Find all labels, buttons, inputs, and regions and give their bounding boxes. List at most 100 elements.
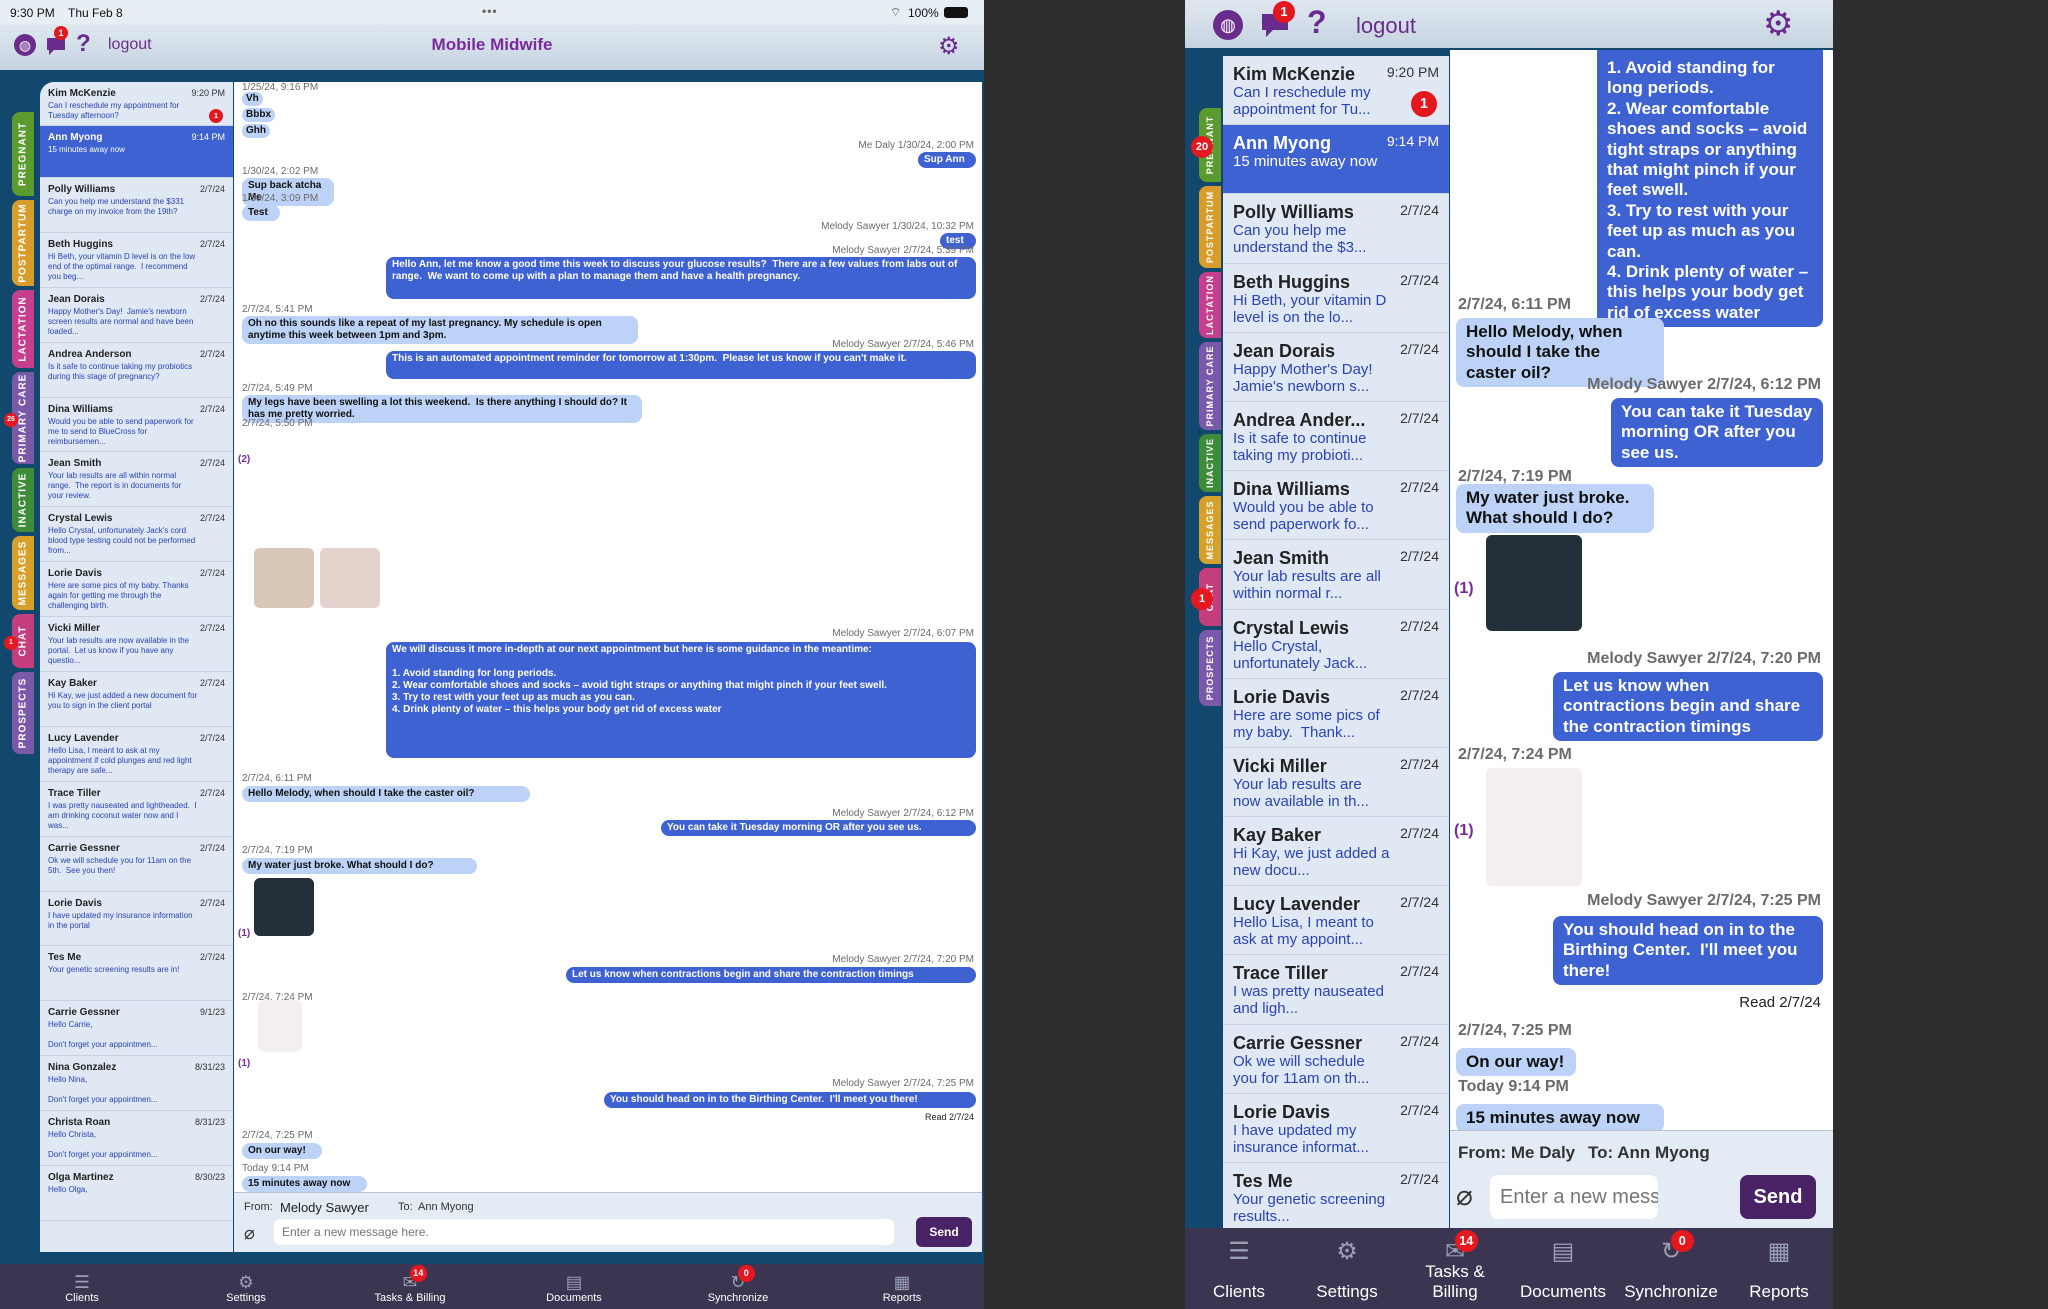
multitask-dots[interactable]: •••: [482, 4, 498, 18]
client-item[interactable]: Tes Me 2/7/24 Your genetic screening resul…: [40, 946, 233, 1002]
legs-photo[interactable]: [254, 548, 314, 608]
tab-messages[interactable]: MESSAGES: [1199, 496, 1221, 564]
client-item[interactable]: Jean Dorais 2/7/24 Happy Mother's Day! Jam…: [40, 288, 233, 343]
client-date: 2/7/24: [199, 678, 225, 689]
client-item[interactable]: Carrie Gessner 2/7/24 Ok we will schedule …: [1223, 1025, 1449, 1094]
client-item[interactable]: Lorie Davis 2/7/24 I have updated my insur…: [40, 892, 233, 947]
client-item[interactable]: Lucy Lavender 2/7/24 Hello Lisa, I meant t…: [1223, 886, 1449, 956]
toolbar-reports[interactable]: ▦ Reports: [1725, 1228, 1833, 1309]
client-item[interactable]: Lorie Davis 2/7/24 I have updated my insur…: [1223, 1094, 1449, 1163]
message-input[interactable]: [274, 1219, 894, 1245]
client-item[interactable]: Ann Myong 9:14 PM 15 minutes away now: [1223, 125, 1449, 195]
client-date: 2/7/24: [199, 842, 225, 853]
app-header-zoom: ◍ 1 ? logout ⚙: [1185, 0, 1833, 48]
send-button[interactable]: Send: [1740, 1175, 1816, 1219]
toolbar-synchronize[interactable]: ↻ Synchronize 0: [1617, 1228, 1725, 1309]
toolbar-reports[interactable]: ▦ Reports: [820, 1264, 984, 1309]
client-item[interactable]: Jean Smith 2/7/24 Your lab results are all…: [1223, 540, 1449, 610]
toolbar-clients[interactable]: ☰ Clients: [1185, 1228, 1293, 1309]
client-item[interactable]: Kim McKenzie 9:20 PM Can I reschedule my a…: [1223, 56, 1449, 126]
client-item[interactable]: Jean Smith 2/7/24 Your lab results are all…: [40, 452, 233, 508]
tab-inactive[interactable]: INACTIVE: [12, 468, 34, 532]
client-preview: Hello Crystal, unfortunately Jack...: [1233, 637, 1368, 672]
tab-prospects[interactable]: PROSPECTS: [1199, 630, 1221, 706]
client-preview: I was pretty nauseated and ligh...: [1233, 983, 1389, 1018]
chat-icon[interactable]: 1: [1259, 1, 1295, 40]
attach-icon[interactable]: ⌀: [244, 1223, 255, 1244]
client-item[interactable]: Kay Baker 2/7/24 Hi Kay, we just added a n…: [40, 672, 233, 727]
client-item[interactable]: Nina Gonzalez 8/31/23 Hello Nina, Don't fo…: [40, 1056, 233, 1112]
tab-postpartum[interactable]: POSTPARTUM: [12, 200, 34, 286]
client-preview: Your lab results are all within normal r…: [48, 471, 184, 501]
water-photo[interactable]: [1486, 535, 1582, 631]
client-item[interactable]: Beth Huggins 2/7/24 Hi Beth, your vitamin …: [40, 233, 233, 288]
tab-lactation[interactable]: LACTATION: [12, 290, 34, 368]
toolbar-settings[interactable]: ⚙ Settings: [1293, 1228, 1401, 1309]
client-item[interactable]: Beth Huggins 2/7/24 Hi Beth, your vitamin …: [1223, 264, 1449, 333]
tab-messages[interactable]: MESSAGES: [12, 536, 34, 610]
client-item[interactable]: Polly Williams 2/7/24 Can you help me unde…: [1223, 194, 1449, 264]
toolbar-documents[interactable]: ▤ Documents: [492, 1264, 656, 1309]
compose-panel: From: Melody Sawyer To: Ann Myong ⌀ Send: [234, 1192, 982, 1252]
toolbar-tasks-billing[interactable]: ✉ Tasks & Billing 14: [328, 1264, 492, 1309]
client-item[interactable]: Carrie Gessner 9/1/23 Hello Carrie, Don't …: [40, 1001, 233, 1057]
client-item[interactable]: Vicki Miller 2/7/24 Your lab results are n…: [1223, 748, 1449, 818]
toolbar-tasks-billing[interactable]: ✉ Tasks & Billing 14: [1401, 1228, 1509, 1309]
client-item[interactable]: Dina Williams 2/7/24 Would you be able to …: [40, 398, 233, 453]
unread-badge: 1: [1411, 90, 1437, 117]
tab-lactation[interactable]: LACTATION: [1199, 272, 1221, 338]
client-item[interactable]: Lorie Davis 2/7/24 Here are some pics of m…: [1223, 679, 1449, 748]
timer-screenshot[interactable]: [258, 1000, 302, 1052]
send-button[interactable]: Send: [916, 1217, 972, 1247]
timer-screenshot[interactable]: [1486, 768, 1582, 886]
client-item[interactable]: Carrie Gessner 2/7/24 Ok we will schedule …: [40, 837, 233, 892]
message-input[interactable]: [1490, 1175, 1658, 1219]
logout-link[interactable]: logout: [1356, 13, 1416, 39]
toolbar-clients[interactable]: ☰ Clients: [0, 1264, 164, 1309]
client-preview: 15 minutes away now: [1233, 153, 1378, 171]
client-item[interactable]: Andrea Ander... 2/7/24 Is it safe to conti…: [1223, 402, 1449, 472]
globe-icon[interactable]: ◍: [1213, 10, 1243, 40]
client-item[interactable]: Olga Martinez 8/30/23 Hello Olga,: [40, 1166, 233, 1221]
client-date: 2/7/24: [199, 897, 225, 908]
tab-primary-care[interactable]: PRIMARY CARE: [1199, 342, 1221, 430]
gear-icon[interactable]: ⚙: [1763, 4, 1793, 44]
client-item[interactable]: Crystal Lewis 2/7/24 Hello Crystal, unfort…: [40, 507, 233, 563]
client-item[interactable]: Lucy Lavender 2/7/24 Hello Lisa, I meant t…: [40, 727, 233, 782]
chat-badge: 1: [1273, 1, 1295, 23]
client-item[interactable]: Ann Myong 9:14 PM 15 minutes away now: [40, 126, 233, 178]
client-item[interactable]: Andrea Anderson 2/7/24 Is it safe to conti…: [40, 343, 233, 398]
toolbar-documents[interactable]: ▤ Documents: [1509, 1228, 1617, 1309]
client-item[interactable]: Lorie Davis 2/7/24 Here are some pics of m…: [40, 562, 233, 618]
client-item[interactable]: Tes Me 2/7/24 Your genetic screening resul…: [1223, 1163, 1449, 1228]
client-item[interactable]: Vicki Miller 2/7/24 Your lab results are n…: [40, 617, 233, 673]
tab-inactive[interactable]: INACTIVE: [1199, 434, 1221, 492]
toolbar-settings[interactable]: ⚙ Settings: [164, 1264, 328, 1309]
client-item[interactable]: Kay Baker 2/7/24 Hi Kay, we just added a n…: [1223, 817, 1449, 887]
message-meta: Today 9:14 PM: [1458, 1078, 1569, 1095]
client-preview: Your genetic screening results...: [1233, 1191, 1390, 1225]
client-item[interactable]: Trace Tiller 2/7/24 I was pretty nauseated…: [1223, 955, 1449, 1025]
read-receipt: Read 2/7/24: [1739, 994, 1821, 1011]
water-photo[interactable]: [254, 878, 314, 936]
attach-icon[interactable]: ⌀: [1456, 1179, 1473, 1212]
client-item[interactable]: Trace Tiller 2/7/24 I was pretty nauseated…: [40, 782, 233, 837]
toolbar-label: Clients: [1213, 1281, 1265, 1301]
help-icon[interactable]: ?: [1307, 4, 1327, 41]
feet-photo[interactable]: [320, 548, 380, 608]
toolbar-synchronize[interactable]: ↻ Synchronize 0: [656, 1264, 820, 1309]
tab-label: POSTPARTUM: [17, 203, 29, 283]
client-item[interactable]: Polly Williams 2/7/24 Can you help me unde…: [40, 178, 233, 233]
app-title: Mobile Midwife: [431, 35, 553, 54]
tab-postpartum[interactable]: POSTPARTUM: [1199, 186, 1221, 268]
tab-prospects[interactable]: PROSPECTS: [12, 672, 34, 754]
gear-icon[interactable]: ⚙: [938, 32, 960, 61]
client-item[interactable]: Kim McKenzie 9:20 PM Can I reschedule my a…: [40, 82, 233, 126]
client-item[interactable]: Dina Williams 2/7/24 Would you be able to …: [1223, 471, 1449, 541]
client-item[interactable]: Christa Roan 8/31/23 Hello Christa, Don't …: [40, 1111, 233, 1167]
tab-pregnant[interactable]: PREGNANT: [12, 112, 34, 196]
client-item[interactable]: Jean Dorais 2/7/24 Happy Mother's Day! Jam…: [1223, 333, 1449, 402]
client-item[interactable]: Crystal Lewis 2/7/24 Hello Crystal, unfort…: [1223, 610, 1449, 679]
client-date: 2/7/24: [1400, 963, 1439, 980]
message-bubble: Sup Ann: [918, 152, 976, 168]
